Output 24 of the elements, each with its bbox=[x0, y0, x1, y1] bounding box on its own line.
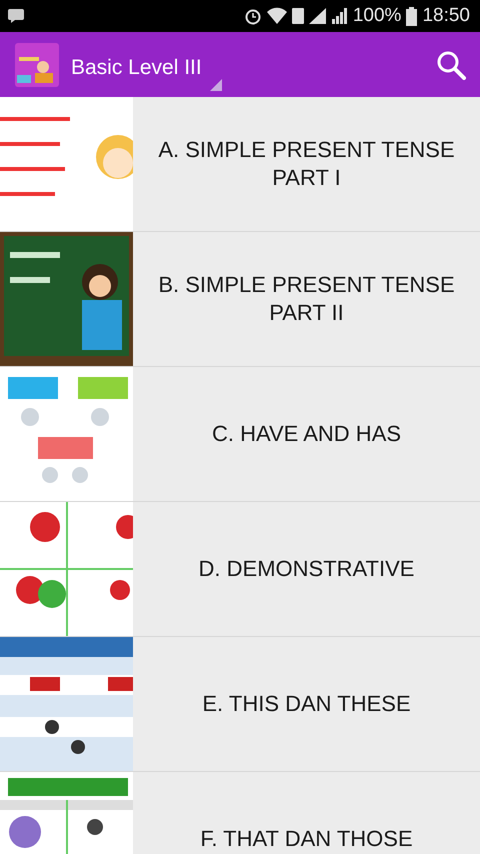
lesson-title: D. DEMONSTRATIVE bbox=[198, 555, 416, 583]
lesson-item[interactable]: B. SIMPLE PRESENT TENSE PART II bbox=[0, 232, 480, 367]
lesson-item[interactable]: A. SIMPLE PRESENT TENSE PART I bbox=[0, 97, 480, 232]
lesson-title: C. HAVE AND HAS bbox=[210, 420, 402, 448]
sim-icon bbox=[292, 7, 304, 25]
battery-percent: 100% bbox=[352, 5, 402, 27]
alarm-icon bbox=[244, 7, 262, 25]
lesson-item[interactable]: C. HAVE AND HAS bbox=[0, 367, 480, 502]
lesson-title: A. SIMPLE PRESENT TENSE PART I bbox=[157, 136, 456, 192]
search-button[interactable] bbox=[436, 50, 466, 80]
level-dropdown[interactable]: Basic Level III bbox=[69, 48, 222, 92]
lesson-item[interactable]: D. DEMONSTRATIVE bbox=[0, 502, 480, 637]
battery-icon bbox=[406, 6, 418, 26]
search-icon bbox=[436, 50, 466, 80]
lesson-title: B. SIMPLE PRESENT TENSE PART II bbox=[157, 271, 456, 327]
signal-icon bbox=[332, 8, 348, 24]
app-logo-icon bbox=[15, 42, 59, 86]
clock: 18:50 bbox=[422, 5, 470, 27]
signal-icon bbox=[308, 7, 327, 25]
wifi-icon bbox=[266, 7, 287, 25]
chat-icon bbox=[8, 9, 24, 23]
dropdown-icon bbox=[210, 78, 222, 90]
lesson-title: E. THIS DAN THESE bbox=[201, 690, 412, 718]
lesson-title: F. THAT DAN THOSE bbox=[199, 825, 414, 853]
